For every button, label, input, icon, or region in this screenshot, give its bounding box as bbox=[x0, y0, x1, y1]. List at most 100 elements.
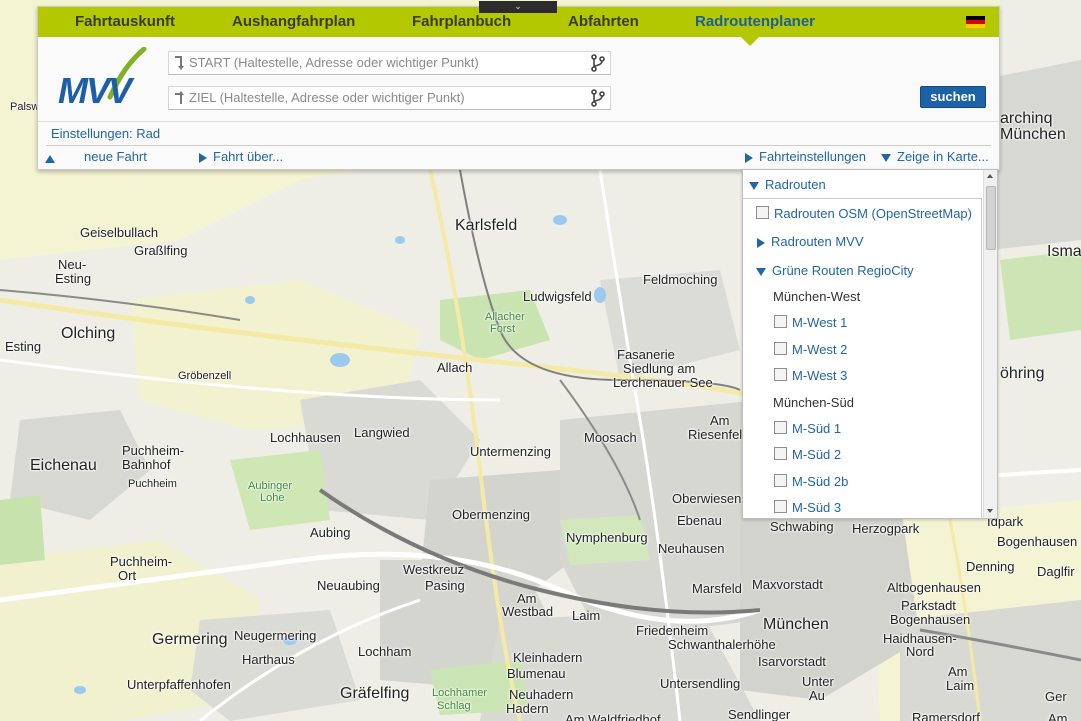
chevron-down-icon: ⌄ bbox=[514, 1, 522, 11]
checkbox[interactable] bbox=[774, 500, 787, 513]
triangle-down-icon bbox=[749, 181, 759, 190]
place-label: Fasanerie bbox=[617, 347, 675, 362]
layer-m-west-1[interactable]: M-West 1 bbox=[774, 315, 847, 330]
tab-abfahrten[interactable]: Abfahrten bbox=[568, 13, 639, 30]
layer-m-sued-1[interactable]: M-Süd 1 bbox=[774, 421, 841, 436]
layer-m-west-2[interactable]: M-West 2 bbox=[774, 342, 847, 357]
layer-osm[interactable]: Radrouten OSM (OpenStreetMap) bbox=[756, 206, 972, 221]
divider bbox=[38, 121, 999, 122]
place-label: Allacher bbox=[485, 311, 525, 323]
place-label: Kleinhadern bbox=[513, 650, 583, 665]
scroll-thumb[interactable] bbox=[986, 186, 996, 250]
triangle-right-icon bbox=[745, 152, 753, 163]
place-label: Geiselbullach bbox=[80, 225, 159, 240]
new-trip-link[interactable]: neue Fahrt bbox=[84, 149, 147, 164]
place-label: Eichenau bbox=[30, 457, 97, 474]
trip-settings-label: Fahrteinstellungen bbox=[759, 149, 866, 164]
tab-aushangfahrplan[interactable]: Aushangfahrplan bbox=[232, 13, 355, 30]
checkbox[interactable] bbox=[756, 206, 769, 219]
via-label: Fahrt über... bbox=[213, 149, 284, 164]
layer-label: M-Süd 2b bbox=[792, 474, 849, 489]
ziel-input[interactable] bbox=[189, 88, 579, 106]
place-label: Aubinger bbox=[248, 480, 293, 492]
layer-m-sued-3[interactable]: M-Süd 3 bbox=[774, 500, 841, 515]
place-label: Ort bbox=[118, 568, 137, 583]
place-label: Bahnhof bbox=[122, 457, 171, 472]
via-link[interactable]: Fahrt über... bbox=[199, 149, 283, 164]
tab-fahrplanbuch[interactable]: Fahrplanbuch bbox=[412, 13, 511, 30]
place-label: Lohe bbox=[260, 492, 285, 504]
settings-link[interactable]: Einstellungen: Rad bbox=[51, 126, 160, 141]
place-label: Neuhadern bbox=[509, 687, 574, 702]
place-label: Marsfeld bbox=[692, 581, 742, 596]
checkbox[interactable] bbox=[774, 474, 787, 487]
place-label: Graßlfing bbox=[134, 243, 188, 258]
place-label: Lerchenauer See bbox=[613, 375, 713, 390]
layer-label: M-West 3 bbox=[792, 368, 848, 383]
layer-label: M-West 1 bbox=[792, 315, 848, 330]
collapse-header-handle[interactable]: ⌄ bbox=[479, 1, 557, 13]
place-label: Westbad bbox=[502, 604, 554, 619]
checkbox[interactable] bbox=[774, 447, 787, 460]
collapse-up-button[interactable] bbox=[45, 150, 55, 165]
layer-m-sued-2b[interactable]: M-Süd 2b bbox=[774, 474, 848, 489]
german-flag-icon[interactable] bbox=[966, 16, 985, 28]
route-options-icon[interactable] bbox=[589, 54, 607, 72]
place-label: Sendlinger bbox=[728, 707, 791, 721]
place-label: Untersendling bbox=[660, 676, 741, 691]
layers-scrollbar[interactable] bbox=[983, 170, 997, 518]
place-label: Herzogpark bbox=[852, 521, 920, 536]
tab-radroutenplaner[interactable]: Radroutenplaner bbox=[695, 13, 815, 30]
place-label: Neugermering bbox=[234, 628, 317, 643]
place-label: Denning bbox=[966, 559, 1015, 574]
layer-regiocity[interactable]: Grüne Routen RegioCity bbox=[756, 263, 914, 278]
place-label: Esting bbox=[5, 339, 42, 354]
checkbox[interactable] bbox=[774, 368, 787, 381]
place-label: Germering bbox=[152, 631, 228, 648]
start-input[interactable] bbox=[189, 53, 579, 71]
place-label: Siedlung am bbox=[623, 361, 696, 376]
place-label: Aubing bbox=[310, 525, 351, 540]
place-label: Schwabing bbox=[770, 519, 834, 534]
layers-header[interactable]: Radrouten bbox=[749, 177, 826, 192]
place-label: Unter bbox=[802, 674, 834, 689]
new-trip-label: neue Fahrt bbox=[84, 149, 147, 164]
triangle-up-icon bbox=[45, 154, 55, 163]
place-label: Nymphenburg bbox=[566, 530, 648, 545]
scroll-up-arrow[interactable] bbox=[987, 174, 993, 178]
layer-m-sued-2[interactable]: M-Süd 2 bbox=[774, 447, 841, 462]
place-label: Parkstadt bbox=[901, 598, 956, 613]
mvv-logo[interactable]: MVV bbox=[58, 46, 148, 111]
search-button[interactable]: suchen bbox=[920, 86, 986, 108]
place-label: Gröbenzell bbox=[178, 370, 232, 382]
layer-label: M-Süd 2 bbox=[792, 447, 842, 462]
checkbox[interactable] bbox=[774, 421, 787, 434]
place-label: Puchheim- bbox=[110, 554, 173, 569]
active-tab-indicator bbox=[741, 37, 759, 46]
place-label: Allach bbox=[437, 360, 473, 375]
place-label: Lochhausen bbox=[270, 430, 341, 445]
place-label: Moosach bbox=[584, 430, 637, 445]
scroll-down-arrow[interactable] bbox=[987, 509, 993, 513]
layer-m-west-3[interactable]: M-West 3 bbox=[774, 368, 847, 383]
layers-header-label: Radrouten bbox=[765, 177, 826, 192]
checkbox[interactable] bbox=[774, 342, 787, 355]
place-label: Blumenau bbox=[507, 666, 566, 681]
show-in-map-label: Zeige in Karte... bbox=[897, 149, 989, 164]
ziel-arrow-icon bbox=[175, 91, 184, 104]
show-in-map-link[interactable]: Zeige in Karte... bbox=[881, 149, 989, 164]
place-label: Karlsfeld bbox=[455, 217, 518, 234]
place-label: Puchheim bbox=[128, 478, 177, 490]
layer-mvv[interactable]: Radrouten MVV bbox=[757, 234, 864, 249]
place-label: Forst bbox=[490, 323, 516, 335]
checkbox[interactable] bbox=[774, 315, 787, 328]
place-label: München bbox=[1000, 126, 1066, 143]
tab-fahrtauskunft[interactable]: Fahrtauskunft bbox=[75, 13, 175, 30]
place-label: Isma bbox=[1047, 243, 1081, 260]
triangle-right-icon bbox=[757, 237, 765, 248]
route-options-icon[interactable] bbox=[589, 89, 607, 107]
place-label: München bbox=[763, 616, 829, 633]
trip-settings-link[interactable]: Fahrteinstellungen bbox=[745, 149, 866, 164]
place-label: Lochhamer bbox=[432, 687, 488, 699]
place-label: Unterpfaffenhofen bbox=[127, 677, 231, 692]
